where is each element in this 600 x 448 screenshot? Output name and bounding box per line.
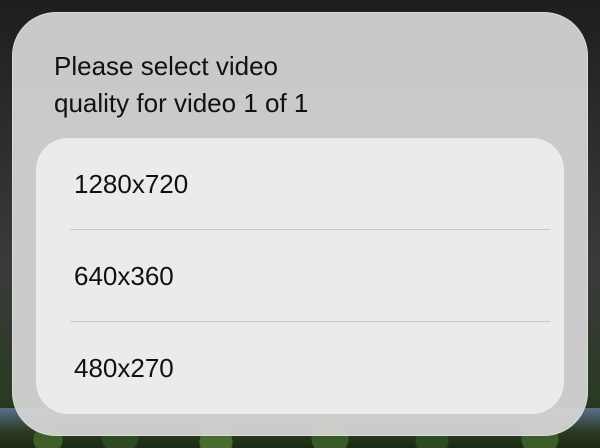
quality-option-640x360[interactable]: 640x360 [36, 230, 564, 322]
quality-option-1280x720[interactable]: 1280x720 [36, 138, 564, 230]
quality-option-480x270[interactable]: 480x270 [36, 322, 564, 414]
option-label: 480x270 [74, 352, 174, 383]
video-quality-action-sheet: Please select video quality for video 1 … [12, 12, 588, 436]
option-label: 1280x720 [74, 168, 189, 199]
option-label: 640x360 [74, 260, 174, 291]
quality-options-list: 1280x720 640x360 480x270 [36, 138, 564, 414]
dialog-title: Please select video quality for video 1 … [54, 51, 309, 118]
